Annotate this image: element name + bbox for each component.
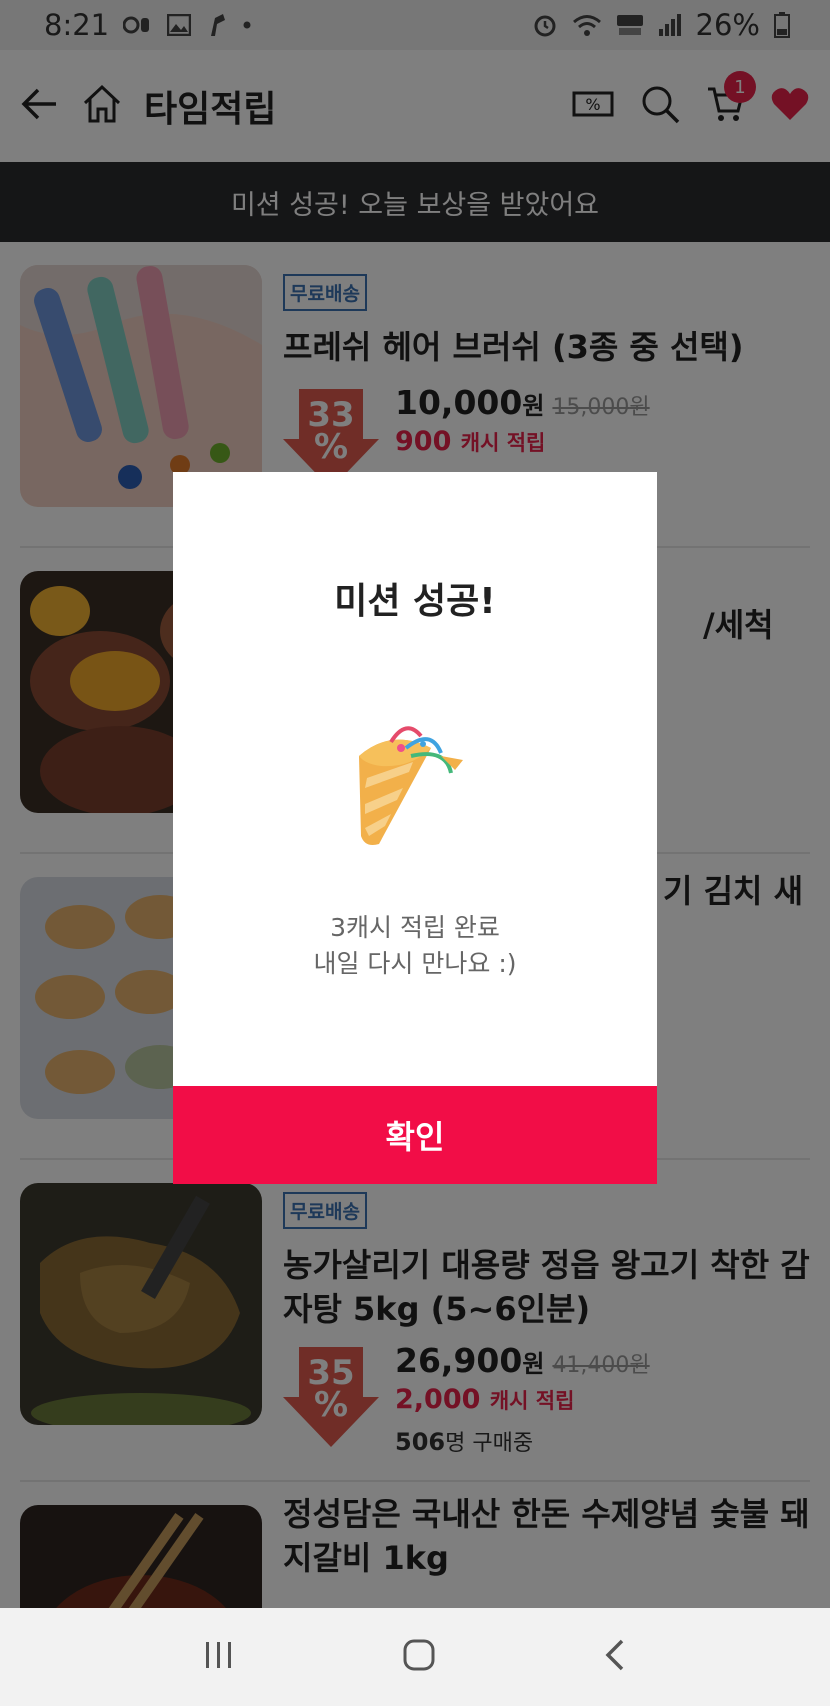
back-nav-icon[interactable] (604, 1638, 626, 1676)
modal-title: 미션 성공! (334, 581, 496, 622)
mission-success-modal: 미션 성공! 3캐시 적립 완료 내일 다시 만나요 :) 확인 (173, 472, 657, 1184)
recent-apps-icon[interactable] (204, 1640, 234, 1674)
home-nav-icon[interactable] (402, 1638, 436, 1676)
party-popper-icon (351, 718, 471, 852)
confirm-button[interactable]: 확인 (173, 1086, 657, 1184)
modal-message-line2: 내일 다시 만나요 :) (313, 949, 517, 978)
system-navigation-bar (0, 1608, 830, 1706)
modal-message-line1: 3캐시 적립 완료 (330, 913, 500, 942)
